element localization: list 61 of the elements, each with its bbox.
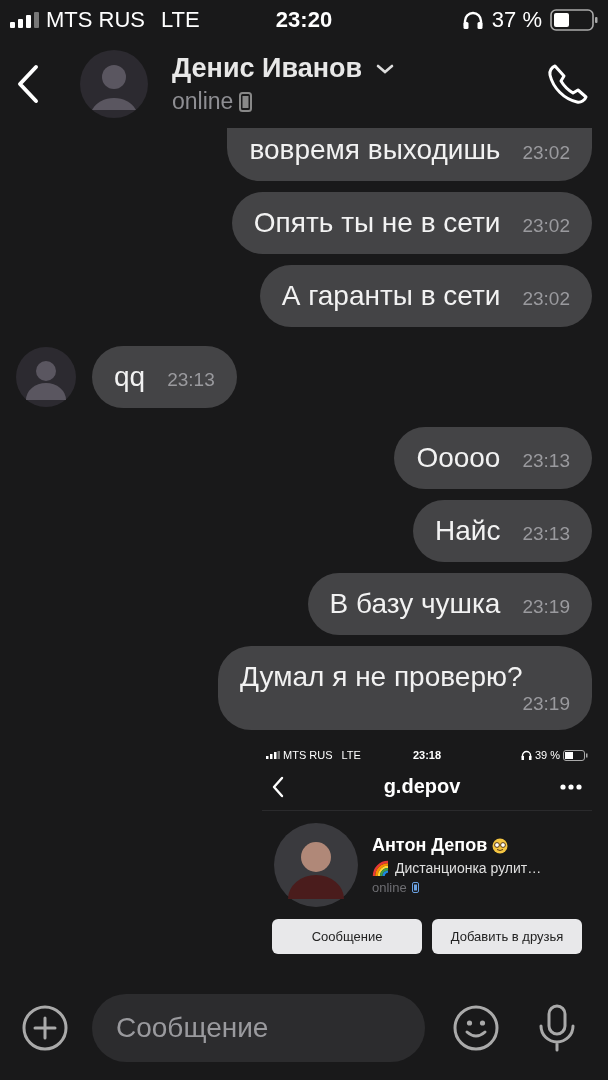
microphone-icon[interactable] xyxy=(537,1004,577,1052)
message-text: вовремя выходишь xyxy=(249,134,501,166)
battery-percent: 39 % xyxy=(534,749,560,761)
profile-status: Дистанционка рулит… xyxy=(395,860,542,876)
message-text: А гаранты в сети xyxy=(281,280,501,312)
message-bubble[interactable]: А гаранты в сети 23:02 xyxy=(259,265,592,327)
message-input[interactable]: Сообщение xyxy=(92,994,425,1062)
nerd-face-icon xyxy=(492,837,509,854)
message-text: Ооооо xyxy=(416,442,501,474)
signal-icon xyxy=(10,12,40,28)
battery-icon xyxy=(550,9,598,31)
message-bubble[interactable]: Ооооо 23:13 xyxy=(394,427,592,489)
message-bubble[interactable]: qq 23:13 xyxy=(92,346,237,408)
carrier-name: MTS RUS xyxy=(283,749,333,761)
profile-name: Антон Депов xyxy=(372,835,488,856)
message-text: Думал я не проверю? xyxy=(240,661,523,693)
contact-status: online xyxy=(172,88,234,115)
message-text: Найс xyxy=(435,515,501,547)
more-icon[interactable] xyxy=(560,783,582,790)
rainbow-icon xyxy=(372,860,390,876)
add-friend-button[interactable]: Добавить в друзья xyxy=(432,919,582,954)
back-icon[interactable] xyxy=(16,64,40,104)
battery-icon xyxy=(563,749,588,761)
back-icon[interactable] xyxy=(272,775,284,798)
phone-device-icon xyxy=(239,91,253,112)
profile-presence: online xyxy=(372,880,407,895)
message-time: 23:19 xyxy=(522,693,570,715)
call-icon[interactable] xyxy=(546,62,590,106)
status-time: 23:20 xyxy=(275,7,333,33)
headphones-icon xyxy=(520,750,532,760)
battery-percent: 37 % xyxy=(491,7,542,33)
avatar[interactable] xyxy=(80,50,148,118)
message-time: 23:13 xyxy=(522,523,570,545)
avatar[interactable] xyxy=(16,347,76,407)
emoji-icon[interactable] xyxy=(453,1005,499,1051)
message-time: 23:13 xyxy=(167,369,215,391)
message-time: 23:02 xyxy=(522,142,570,164)
contact-name[interactable]: Денис Иванов xyxy=(172,53,363,84)
message-text: В базу чушка xyxy=(329,588,501,620)
phone-device-icon xyxy=(411,882,419,893)
headphones-icon xyxy=(461,10,484,30)
message-bubble[interactable]: Найс 23:13 xyxy=(413,500,592,562)
message-time: 23:02 xyxy=(522,288,570,310)
message-bubble[interactable]: вовремя выходишь 23:02 xyxy=(227,128,592,181)
status-time: 23:18 xyxy=(412,749,442,761)
message-time: 23:02 xyxy=(522,215,570,237)
network-type: LTE xyxy=(341,749,361,761)
message-bubble[interactable]: В базу чушка 23:19 xyxy=(307,573,592,635)
message-bubble[interactable]: Думал я не проверю? 23:19 xyxy=(218,646,592,730)
message-button[interactable]: Сообщение xyxy=(272,919,422,954)
add-icon[interactable] xyxy=(22,1005,68,1051)
profile-username: g.depov xyxy=(383,775,461,798)
message-text: Опять ты не в сети xyxy=(253,207,501,239)
message-text: qq xyxy=(114,361,146,393)
signal-icon xyxy=(266,751,280,759)
network-type: LTE xyxy=(161,7,200,33)
message-time: 23:19 xyxy=(522,596,570,618)
message-bubble[interactable]: Опять ты не в сети 23:02 xyxy=(231,192,592,254)
carrier-name: MTS RUS xyxy=(46,7,145,33)
message-time: 23:13 xyxy=(522,450,570,472)
chevron-down-icon[interactable] xyxy=(376,62,395,75)
